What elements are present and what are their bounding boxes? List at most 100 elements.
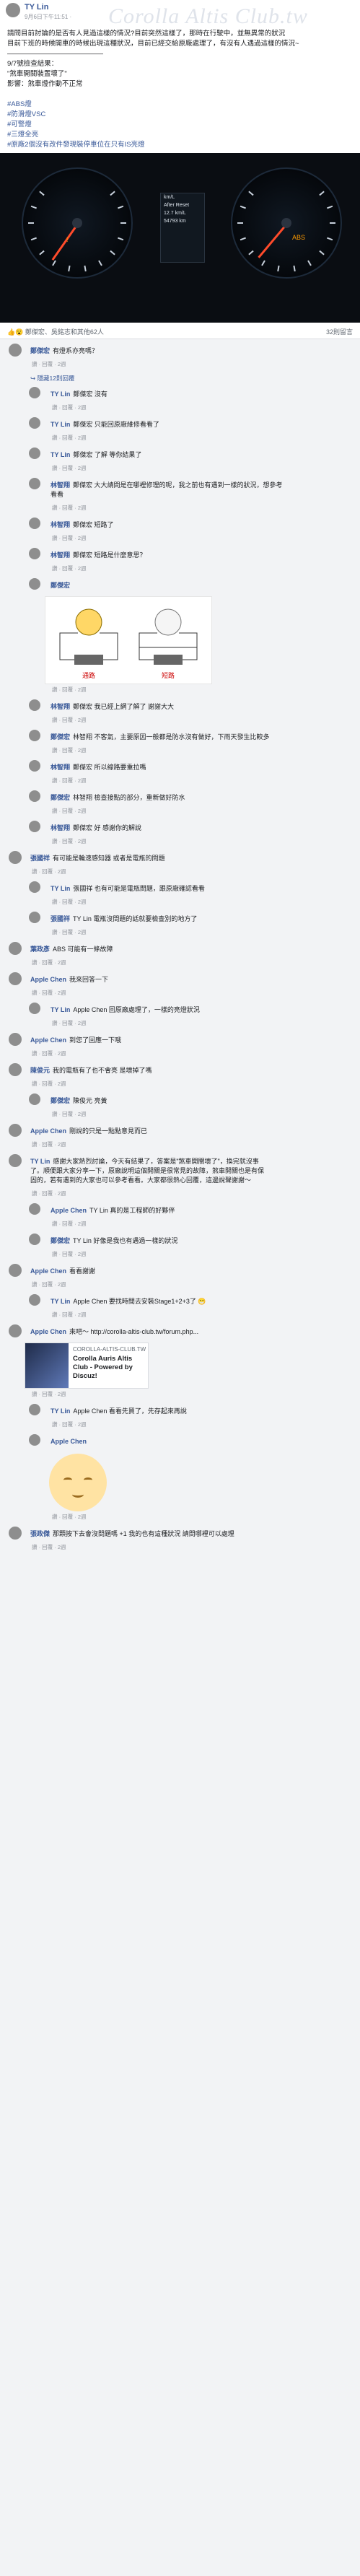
commenter-avatar[interactable] bbox=[9, 1063, 22, 1076]
commenter-name[interactable]: 鄭傑宏 bbox=[51, 794, 70, 801]
comment-count[interactable]: 32則留言 bbox=[326, 327, 353, 336]
commenter-name[interactable]: 鄭傑宏 bbox=[51, 582, 70, 589]
commenter-name[interactable]: TY Lin bbox=[51, 885, 70, 892]
commenter-name[interactable]: 林智翔 bbox=[51, 481, 70, 489]
commenter-name[interactable]: 林智翔 bbox=[51, 764, 70, 771]
comment-actions[interactable]: 讚 · 回覆 · 2週 bbox=[52, 777, 360, 785]
dashboard-photo[interactable]: ! km/L After Reset 12.7 km/L 54793 km AB… bbox=[0, 153, 360, 323]
commenter-avatar[interactable] bbox=[29, 730, 40, 741]
commenter-avatar[interactable] bbox=[9, 1124, 22, 1137]
commenter-name[interactable]: 張政傑 bbox=[30, 1530, 50, 1537]
commenter-avatar[interactable] bbox=[9, 1154, 22, 1167]
commenter-name[interactable]: TY Lin bbox=[51, 1407, 70, 1415]
comment-actions[interactable]: 讚 · 回覆 · 2週 bbox=[52, 464, 360, 472]
commenter-name[interactable]: 林智翔 bbox=[51, 551, 70, 559]
commenter-avatar[interactable] bbox=[29, 1203, 40, 1215]
commenter-avatar[interactable] bbox=[29, 1003, 40, 1014]
commenter-name[interactable]: 林智翔 bbox=[51, 521, 70, 528]
commenter-avatar[interactable] bbox=[9, 1264, 22, 1277]
commenter-avatar[interactable] bbox=[9, 1527, 22, 1540]
commenter-name[interactable]: TY Lin bbox=[51, 390, 70, 398]
comment-actions[interactable]: 讚 · 回覆 · 2週 bbox=[32, 1140, 360, 1148]
comment-actions[interactable]: 讚 · 回覆 · 2週 bbox=[32, 1280, 360, 1288]
comment-actions[interactable]: 讚 · 回覆 · 2週 bbox=[52, 686, 360, 694]
commenter-avatar[interactable] bbox=[29, 417, 40, 429]
commenter-name[interactable]: 鄭傑宏 bbox=[51, 1237, 70, 1244]
comment-actions[interactable]: 讚 · 回覆 · 2週 bbox=[52, 716, 360, 724]
comment-actions[interactable]: 讚 · 回覆 · 2週 bbox=[32, 360, 360, 368]
comment-actions[interactable]: 讚 · 回覆 · 2週 bbox=[32, 1390, 360, 1398]
comment-actions[interactable]: 讚 · 回覆 · 2週 bbox=[52, 1019, 360, 1027]
comment-actions[interactable]: 讚 · 回覆 · 2週 bbox=[52, 504, 360, 512]
commenter-avatar[interactable] bbox=[9, 972, 22, 985]
commenter-avatar[interactable] bbox=[29, 912, 40, 923]
commenter-avatar[interactable] bbox=[29, 821, 40, 832]
commenter-name[interactable]: TY Lin bbox=[51, 1298, 70, 1305]
circuit-diagram-image[interactable]: 通路 短路 bbox=[45, 596, 212, 684]
hashtag-line[interactable]: #ABS燈 bbox=[7, 100, 353, 110]
commenter-name[interactable]: 張國祥 bbox=[51, 915, 70, 922]
reaction-summary[interactable]: 👍😮 鄭傑宏、吳銘志和其他62人 bbox=[7, 327, 104, 336]
comment-actions[interactable]: 讚 · 回覆 · 2週 bbox=[32, 989, 360, 997]
commenter-name[interactable]: Apple Chen bbox=[30, 1267, 66, 1275]
link-preview-card[interactable]: COROLLA-ALTIS-CLUB.TW Corolla Auris Altis… bbox=[25, 1342, 149, 1389]
post-time[interactable]: 9月6日下午11:51 · bbox=[25, 13, 71, 21]
commenter-avatar[interactable] bbox=[29, 881, 40, 893]
commenter-name[interactable]: TY Lin bbox=[51, 1006, 70, 1013]
commenter-avatar[interactable] bbox=[29, 518, 40, 529]
hashtag-line[interactable]: #防滑燈VSC bbox=[7, 110, 353, 120]
comment-actions[interactable]: 讚 · 回覆 · 2週 bbox=[32, 1049, 360, 1057]
commenter-avatar[interactable] bbox=[29, 699, 40, 711]
comment-actions[interactable]: 讚 · 回覆 · 2週 bbox=[52, 403, 360, 411]
commenter-name[interactable]: 林智翔 bbox=[51, 703, 70, 710]
hashtag-line[interactable]: #可警燈 bbox=[7, 120, 353, 130]
hidden-replies-link[interactable]: ↪ 隱藏12則回覆 bbox=[30, 374, 360, 383]
comment-actions[interactable]: 讚 · 回覆 · 2週 bbox=[52, 1110, 360, 1118]
commenter-avatar[interactable] bbox=[9, 942, 22, 955]
commenter-avatar[interactable] bbox=[29, 447, 40, 459]
comment-actions[interactable]: 讚 · 回覆 · 2週 bbox=[52, 1220, 360, 1228]
commenter-avatar[interactable] bbox=[29, 1234, 40, 1245]
commenter-name[interactable]: 鄭傑宏 bbox=[30, 347, 50, 354]
commenter-name[interactable]: Apple Chen bbox=[30, 1127, 66, 1135]
commenter-avatar[interactable] bbox=[29, 1294, 40, 1306]
comment-actions[interactable]: 讚 · 回覆 · 2週 bbox=[52, 1250, 360, 1258]
comment-actions[interactable]: 讚 · 回覆 · 2週 bbox=[52, 534, 360, 542]
comment-actions[interactable]: 讚 · 回覆 · 2週 bbox=[52, 746, 360, 754]
commenter-avatar[interactable] bbox=[9, 1033, 22, 1046]
commenter-avatar[interactable] bbox=[9, 1324, 22, 1337]
commenter-name[interactable]: 張國祥 bbox=[30, 855, 50, 862]
commenter-avatar[interactable] bbox=[9, 344, 22, 357]
comment-actions[interactable]: 讚 · 回覆 · 2週 bbox=[52, 898, 360, 906]
commenter-name[interactable]: TY Lin bbox=[30, 1158, 50, 1165]
comment-actions[interactable]: 讚 · 回覆 · 2週 bbox=[32, 1543, 360, 1551]
commenter-name[interactable]: TY Lin bbox=[51, 451, 70, 458]
commenter-name[interactable]: 陳俊元 bbox=[30, 1067, 50, 1074]
comment-actions[interactable]: 讚 · 回覆 · 2週 bbox=[32, 1080, 360, 1088]
comment-actions[interactable]: 讚 · 回覆 · 2週 bbox=[32, 1189, 360, 1197]
commenter-avatar[interactable] bbox=[29, 578, 40, 590]
commenter-avatar[interactable] bbox=[29, 790, 40, 802]
hashtag-line[interactable]: #原廠2個沒有改件發現裝停車位在只有IS亮燈 bbox=[7, 140, 353, 150]
comment-actions[interactable]: 讚 · 回覆 · 2週 bbox=[52, 434, 360, 442]
commenter-name[interactable]: TY Lin bbox=[51, 421, 70, 428]
comment-actions[interactable]: 讚 · 回覆 · 2週 bbox=[52, 564, 360, 572]
comment-actions[interactable]: 讚 · 回覆 · 2週 bbox=[52, 807, 360, 815]
commenter-name[interactable]: Apple Chen bbox=[51, 1438, 87, 1445]
commenter-avatar[interactable] bbox=[29, 1093, 40, 1105]
comment-actions[interactable]: 讚 · 回覆 · 2週 bbox=[52, 1311, 360, 1319]
commenter-avatar[interactable] bbox=[29, 387, 40, 398]
commenter-avatar[interactable] bbox=[29, 1404, 40, 1415]
comment-actions[interactable]: 讚 · 回覆 · 2週 bbox=[52, 928, 360, 936]
commenter-avatar[interactable] bbox=[29, 760, 40, 772]
commenter-avatar[interactable] bbox=[29, 1434, 40, 1446]
comment-actions[interactable]: 讚 · 回覆 · 2週 bbox=[52, 1513, 360, 1521]
commenter-avatar[interactable] bbox=[9, 851, 22, 864]
commenter-avatar[interactable] bbox=[29, 548, 40, 559]
comment-actions[interactable]: 讚 · 回覆 · 2週 bbox=[32, 959, 360, 966]
commenter-name[interactable]: 鄭傑宏 bbox=[51, 733, 70, 741]
comment-actions[interactable]: 讚 · 回覆 · 2週 bbox=[32, 868, 360, 876]
author-name[interactable]: TY Lin bbox=[25, 3, 48, 12]
commenter-name[interactable]: Apple Chen bbox=[30, 1036, 66, 1044]
commenter-name[interactable]: 林智翔 bbox=[51, 824, 70, 831]
